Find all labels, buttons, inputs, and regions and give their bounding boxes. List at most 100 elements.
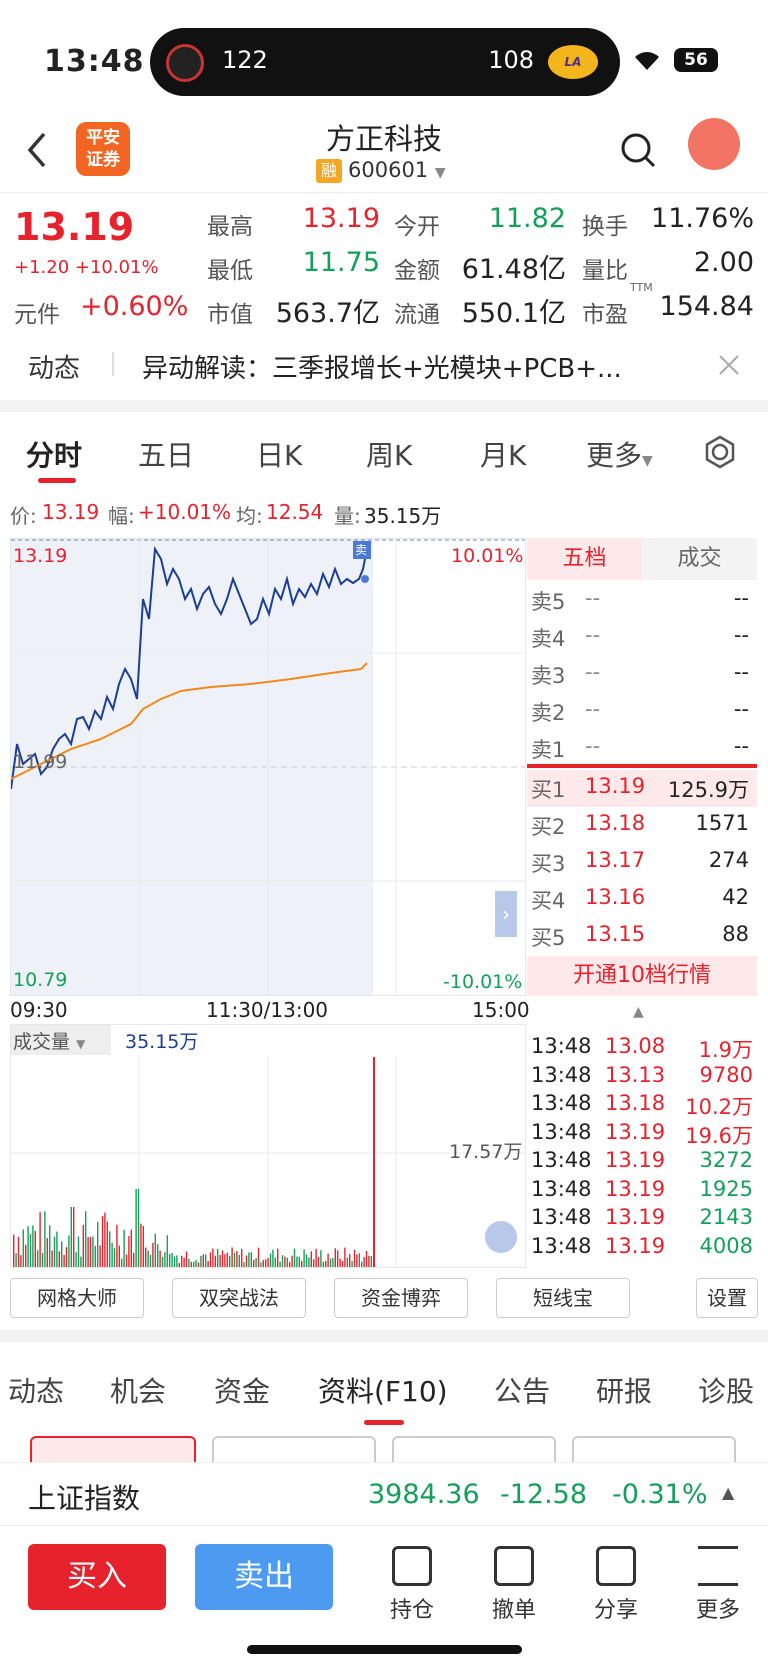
volume-bar: [154, 1233, 156, 1267]
tab-research[interactable]: 研报: [596, 1370, 652, 1410]
index-ticker[interactable]: 上证指数 3984.36 -12.58 -0.31% ▲: [0, 1462, 768, 1526]
trade-row: 13:48 13.19 2143: [527, 1205, 757, 1233]
grid-master-button[interactable]: 网格大师: [10, 1278, 144, 1318]
volume-bar: [75, 1252, 77, 1267]
tab-announcements[interactable]: 公告: [494, 1370, 550, 1410]
fullscreen-icon[interactable]: [485, 1221, 517, 1253]
volume-selector[interactable]: 成交量 ▼: [13, 1027, 85, 1054]
volume-bar: [329, 1258, 332, 1267]
share-button[interactable]: 分享: [576, 1546, 656, 1624]
tab-opportunity[interactable]: 机会: [110, 1370, 166, 1410]
volume-bar: [205, 1254, 207, 1267]
volume-plot: [11, 1025, 525, 1267]
sell-button[interactable]: 卖出: [195, 1544, 333, 1610]
time-end: 15:00: [472, 998, 530, 1022]
volume-chart[interactable]: 成交量 ▼ 35.15万 17.57万: [10, 1024, 526, 1268]
sub-tab[interactable]: [572, 1436, 736, 1462]
clock: 13:48: [44, 44, 145, 79]
sub-tab[interactable]: [212, 1436, 376, 1462]
volume-bar: [286, 1257, 288, 1267]
trade-row: 13:48 13.19 4008: [527, 1234, 757, 1262]
volume-bar: [317, 1256, 320, 1267]
info-price-label: 价:: [10, 504, 37, 528]
more-button[interactable]: 更多: [678, 1546, 758, 1624]
capital-game-button[interactable]: 资金博弈: [334, 1278, 468, 1318]
price-change: +1.20 +10.01%: [14, 257, 159, 278]
tab-more[interactable]: 更多▼: [586, 434, 653, 474]
volume-bar: [51, 1250, 53, 1267]
settings-button[interactable]: 设置: [696, 1278, 758, 1318]
volume-bar: [32, 1225, 34, 1267]
volume-bar: [351, 1261, 353, 1267]
tab-daily-k[interactable]: 日K: [256, 434, 302, 474]
sub-tab-active[interactable]: [30, 1436, 196, 1462]
volume-bar: [181, 1255, 183, 1267]
amount-label: 金额: [394, 258, 440, 284]
sub-tab[interactable]: [392, 1436, 556, 1462]
gear-icon[interactable]: [702, 434, 738, 470]
volume-bar: [243, 1262, 245, 1267]
quote-panel: 13.19 +1.20 +10.01% 元件 +0.60% 最高 13.19 最…: [0, 192, 768, 329]
volume-bar: [22, 1229, 24, 1267]
volume-bar: [166, 1235, 168, 1267]
chevron-up-icon[interactable]: ▲: [722, 1483, 734, 1502]
sector-change: +0.60%: [80, 291, 189, 322]
stock-header: 平安 证券 方正科技 融 600601 ▼: [0, 110, 768, 192]
margin-badge: 融: [316, 159, 342, 183]
trade-time: 13:48: [531, 1233, 592, 1258]
dynamic-island[interactable]: 122 108 LA: [150, 28, 620, 96]
ask-price: --: [585, 660, 601, 684]
volume-bar: [109, 1231, 111, 1267]
tab-monthly-k[interactable]: 月K: [480, 434, 526, 474]
volume-bar: [56, 1231, 58, 1267]
tab-diagnosis[interactable]: 诊股: [698, 1370, 754, 1410]
trade-time: 13:48: [531, 1205, 592, 1229]
cancel-order-button[interactable]: 撤单: [474, 1546, 554, 1624]
scroll-up-icon[interactable]: ▲: [633, 1004, 644, 1020]
tab-intraday[interactable]: 分时: [26, 434, 82, 474]
volume-bar: [277, 1248, 279, 1267]
bid-price: 13.16: [585, 885, 646, 909]
active-tab-indicator: [38, 478, 76, 483]
intraday-chart[interactable]: 卖 13.19 10.01% 11.99 10.79 -10.01% ›: [10, 538, 526, 996]
mktcap-label: 市值: [207, 302, 253, 328]
ask-volume: --: [733, 623, 749, 647]
sector-label: 元件: [14, 302, 60, 328]
chevron-down-icon: ▼: [434, 165, 446, 181]
ask-row: 卖1 -- --: [527, 730, 757, 767]
divider: [112, 352, 114, 376]
volume-bar: [315, 1248, 317, 1267]
tab-trades[interactable]: 成交: [642, 538, 757, 580]
buy-button[interactable]: 买入: [28, 1544, 166, 1610]
tab-capital[interactable]: 资金: [214, 1370, 270, 1410]
search-icon[interactable]: [620, 132, 658, 170]
open-10-levels-button[interactable]: 开通10档行情: [527, 956, 757, 996]
close-icon[interactable]: [718, 354, 740, 376]
holdings-button[interactable]: 持仓: [372, 1546, 452, 1624]
float-value: 550.1亿: [461, 298, 566, 329]
volume-bar: [17, 1236, 20, 1267]
bid-volume: 125.9万: [667, 778, 749, 802]
tab-news[interactable]: 动态: [8, 1370, 64, 1410]
short-line-button[interactable]: 短线宝: [496, 1278, 630, 1318]
avatar[interactable]: [688, 118, 740, 170]
expand-orderbook-button[interactable]: ›: [495, 891, 517, 937]
volume-bar: [99, 1245, 101, 1267]
ask-price: --: [585, 623, 601, 647]
stock-code-selector[interactable]: 融 600601 ▼: [316, 158, 446, 183]
volume-bar: [202, 1254, 204, 1267]
trade-time: 13:48: [531, 1062, 592, 1087]
trade-price: 13.19: [605, 1205, 666, 1229]
tab-five-levels[interactable]: 五档: [527, 538, 642, 580]
trade-price: 13.19: [605, 1233, 666, 1258]
double-breakout-button[interactable]: 双突战法: [172, 1278, 306, 1318]
tab-f10[interactable]: 资料(F10): [318, 1370, 448, 1410]
tab-weekly-k[interactable]: 周K: [366, 434, 412, 474]
news-ticker[interactable]: 动态 异动解读：三季报增长+光模块+PCB+...: [0, 330, 768, 398]
bid-label: 买3: [531, 852, 566, 876]
tab-five-day[interactable]: 五日: [138, 434, 194, 474]
spread-divider: [527, 764, 757, 768]
bid-row: 买2 13.18 1571: [527, 807, 757, 844]
volume-bar: [173, 1256, 176, 1267]
volume-bar: [44, 1211, 46, 1267]
